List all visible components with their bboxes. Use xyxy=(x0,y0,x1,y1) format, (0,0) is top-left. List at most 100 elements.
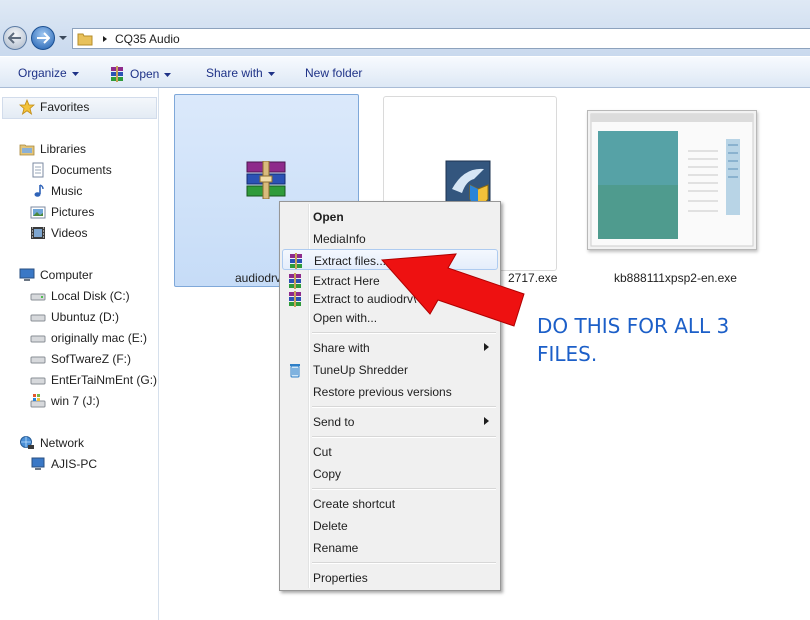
nav-music[interactable]: Music xyxy=(30,183,82,199)
nav-favorites[interactable]: Favorites xyxy=(19,99,89,115)
nav-drive-e[interactable]: originally mac (E:) xyxy=(30,330,147,346)
menu-item-open[interactable]: Open xyxy=(282,206,498,227)
menu-item-properties[interactable]: Properties xyxy=(282,567,498,588)
menu-item-delete[interactable]: Delete xyxy=(282,515,498,536)
nav-favorites-label: Favorites xyxy=(40,100,90,114)
menu-separator xyxy=(312,332,496,334)
menu-item-share-with-label: Share with xyxy=(313,341,370,355)
nav-pictures[interactable]: Pictures xyxy=(30,204,94,220)
shredder-trash-icon xyxy=(290,364,300,378)
music-note-icon xyxy=(30,183,46,199)
network-globe-icon xyxy=(19,435,35,451)
menu-item-copy[interactable]: Copy xyxy=(282,463,498,484)
instruction-line-2: FILES. xyxy=(537,342,598,366)
menu-item-rename-label: Rename xyxy=(313,541,359,555)
menu-item-cut[interactable]: Cut xyxy=(282,441,498,462)
document-thumbnail-icon xyxy=(590,113,754,247)
nav-computer[interactable]: Computer xyxy=(19,267,93,283)
menu-item-restore-previous[interactable]: Restore previous versions xyxy=(282,381,498,402)
folder-icon xyxy=(77,33,93,45)
breadcrumb-chevron-right-icon[interactable] xyxy=(101,35,109,43)
submenu-arrow-icon xyxy=(484,417,489,425)
star-icon xyxy=(19,99,35,115)
computer-icon xyxy=(19,267,35,283)
nav-network-ajis-pc-label: AJIS-PC xyxy=(51,457,98,471)
back-arrow-icon xyxy=(8,32,21,44)
organize-chevron-down-icon xyxy=(71,66,79,80)
menu-separator xyxy=(312,488,496,490)
nav-drive-d[interactable]: Ubuntuz (D:) xyxy=(30,309,119,325)
instruction-line-1: DO THIS FOR ALL 3 xyxy=(537,314,730,338)
documents-icon xyxy=(30,162,46,178)
nav-videos[interactable]: Videos xyxy=(30,225,87,241)
menu-item-share-with[interactable]: Share with xyxy=(282,337,498,358)
nav-videos-label: Videos xyxy=(51,226,88,240)
organize-label: Organize xyxy=(18,66,67,80)
winrar-icon xyxy=(109,66,125,82)
file-label-kb888111[interactable]: kb888111xpsp2-en.exe xyxy=(614,271,737,285)
menu-separator xyxy=(312,562,496,564)
nav-drive-j[interactable]: win 7 (J:) xyxy=(30,393,100,409)
nav-drive-f-label: SofTwareZ (F:) xyxy=(51,352,132,366)
menu-item-mediainfo[interactable]: MediaInfo xyxy=(282,228,498,249)
forward-button[interactable] xyxy=(31,26,55,50)
nav-drive-c-label: Local Disk (C:) xyxy=(51,289,130,303)
menu-item-copy-label: Copy xyxy=(313,467,342,481)
menu-item-tuneup-shredder-label: TuneUp Shredder xyxy=(313,363,408,377)
winrar-icon xyxy=(290,253,302,269)
share-with-button[interactable]: Share with xyxy=(206,66,275,80)
windows-drive-icon xyxy=(30,393,46,409)
nav-music-label: Music xyxy=(51,184,83,198)
back-button[interactable] xyxy=(3,26,27,50)
menu-item-tuneup-shredder[interactable]: TuneUp Shredder xyxy=(282,359,498,380)
winrar-archive-icon xyxy=(246,161,286,199)
menu-item-send-to[interactable]: Send to xyxy=(282,411,498,432)
red-arrow-annotation xyxy=(380,253,525,327)
organize-button[interactable]: Organize xyxy=(18,66,79,80)
network-computer-icon xyxy=(30,456,46,472)
menu-separator xyxy=(312,406,496,408)
libraries-icon xyxy=(19,141,35,157)
nav-computer-label: Computer xyxy=(40,268,93,282)
menu-item-open-label: Open xyxy=(313,210,344,224)
nav-drive-c[interactable]: Local Disk (C:) xyxy=(30,288,130,304)
address-path-text[interactable]: CQ35 Audio xyxy=(115,32,180,46)
nav-libraries[interactable]: Libraries xyxy=(19,141,86,157)
address-path-box[interactable]: CQ35 Audio xyxy=(72,28,810,49)
nav-drive-j-label: win 7 (J:) xyxy=(51,394,100,408)
pictures-icon xyxy=(30,204,46,220)
menu-item-mediainfo-label: MediaInfo xyxy=(313,232,366,246)
nav-network-label: Network xyxy=(40,436,85,450)
hard-drive-icon xyxy=(30,351,46,367)
red-arrow-shape xyxy=(380,253,525,327)
open-label: Open xyxy=(130,67,160,81)
menu-item-create-shortcut[interactable]: Create shortcut xyxy=(282,493,498,514)
menu-item-rename[interactable]: Rename xyxy=(282,537,498,558)
file-tile-kb888111[interactable] xyxy=(587,110,757,250)
menu-item-properties-label: Properties xyxy=(313,571,368,585)
open-button[interactable]: Open xyxy=(109,66,172,82)
open-chevron-down-icon xyxy=(164,67,172,81)
menu-item-extract-here-label: Extract Here xyxy=(313,274,380,288)
nav-network[interactable]: Network xyxy=(19,435,84,451)
nav-drive-e-label: originally mac (E:) xyxy=(51,331,148,345)
winrar-icon xyxy=(289,291,301,307)
menu-item-create-shortcut-label: Create shortcut xyxy=(313,497,396,511)
nav-libraries-label: Libraries xyxy=(40,142,87,156)
nav-network-ajis-pc[interactable]: AJIS-PC xyxy=(30,456,97,472)
share-with-label: Share with xyxy=(206,66,263,80)
nav-pictures-label: Pictures xyxy=(51,205,95,219)
video-film-icon xyxy=(30,225,46,241)
winrar-icon xyxy=(289,273,301,289)
history-chevron-down-icon[interactable] xyxy=(58,33,68,43)
nav-drive-g[interactable]: EntErTaiNmEnt (G:) xyxy=(30,372,157,388)
new-folder-button[interactable]: New folder xyxy=(305,66,362,80)
nav-documents-label: Documents xyxy=(51,163,112,177)
nav-drive-d-label: Ubuntuz (D:) xyxy=(51,310,120,324)
nav-drive-f[interactable]: SofTwareZ (F:) xyxy=(30,351,131,367)
file-label-audiodrv[interactable]: audiodrv xyxy=(235,271,281,285)
nav-drive-g-label: EntErTaiNmEnt (G:) xyxy=(51,373,158,387)
instruction-annotation: DO THIS FOR ALL 3 FILES. xyxy=(537,312,797,368)
nav-documents[interactable]: Documents xyxy=(30,162,112,178)
address-bar: CQ35 Audio xyxy=(0,0,810,56)
